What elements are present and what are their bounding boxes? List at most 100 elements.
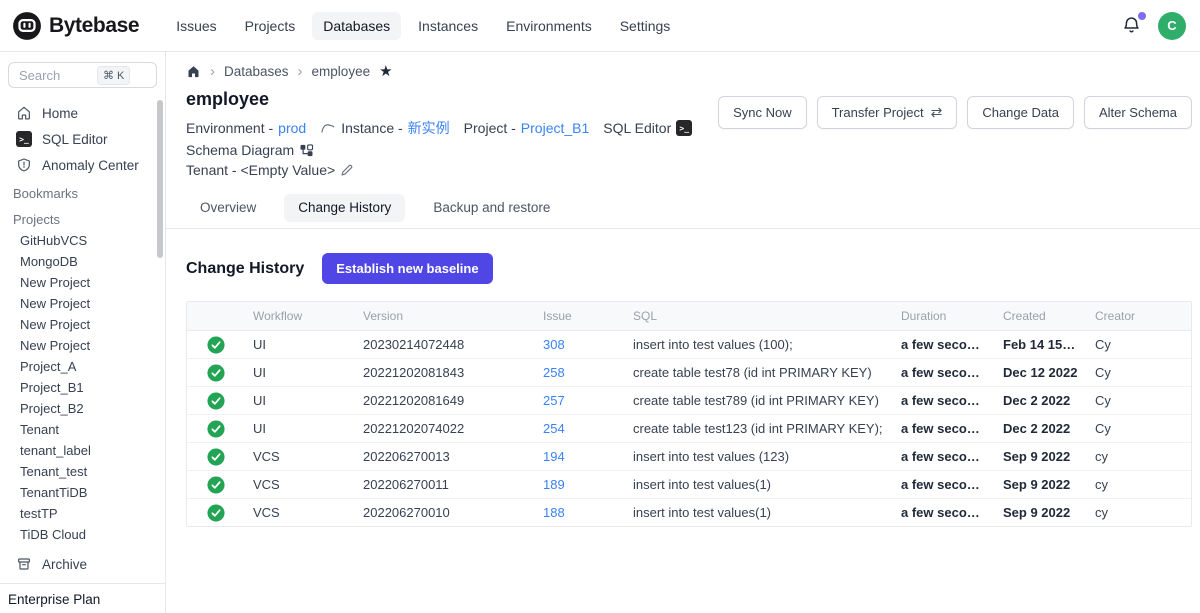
- project-list: GitHubVCSMongoDBNew ProjectNew ProjectNe…: [0, 230, 165, 545]
- sync-now-button[interactable]: Sync Now: [718, 96, 807, 129]
- favorite-star-icon[interactable]: ★: [379, 62, 392, 80]
- issue-link[interactable]: 258: [543, 365, 565, 380]
- sidebar-item-anomaly-center[interactable]: Anomaly Center: [0, 152, 165, 178]
- breadcrumb-separator: ›: [210, 63, 215, 80]
- cell-sql: insert into test values(1): [625, 499, 893, 526]
- cell-creator: Cy: [1087, 415, 1191, 442]
- table-row[interactable]: VCS202206270013194insert into test value…: [187, 443, 1191, 471]
- nav-item-projects[interactable]: Projects: [234, 12, 307, 40]
- user-avatar[interactable]: C: [1158, 12, 1186, 40]
- cell-duration: a few seconds: [893, 359, 995, 386]
- alter-schema-button[interactable]: Alter Schema: [1084, 96, 1192, 129]
- sidebar-item-archive[interactable]: Archive: [0, 551, 165, 577]
- cell-workflow: UI: [245, 415, 355, 442]
- issue-link[interactable]: 189: [543, 477, 565, 492]
- sidebar-project-tenant-9[interactable]: Tenant: [0, 419, 165, 440]
- page-title: employee: [186, 89, 718, 110]
- success-status-icon: [207, 476, 225, 494]
- establish-baseline-button[interactable]: Establish new baseline: [322, 253, 492, 284]
- breadcrumb-databases[interactable]: Databases: [224, 64, 289, 79]
- breadcrumb-home-icon[interactable]: [186, 64, 201, 79]
- sidebar-project-tenanttidb-12[interactable]: TenantTiDB: [0, 482, 165, 503]
- sidebar-item-label: Anomaly Center: [42, 158, 139, 173]
- sidebar-project-tenant-test-11[interactable]: Tenant_test: [0, 461, 165, 482]
- project-link[interactable]: Project_B1: [521, 120, 589, 136]
- sidebar-project-new-project-4[interactable]: New Project: [0, 314, 165, 335]
- column-header-workflow: Workflow: [245, 302, 355, 330]
- sidebar-project-mongodb-1[interactable]: MongoDB: [0, 251, 165, 272]
- meta-sql-editor[interactable]: SQL Editor >_: [603, 120, 692, 136]
- sidebar-project-project-b2-8[interactable]: Project_B2: [0, 398, 165, 419]
- table-header: WorkflowVersionIssueSQLDurationCreatedCr…: [187, 302, 1191, 331]
- search-field[interactable]: [19, 68, 97, 83]
- issue-link[interactable]: 254: [543, 421, 565, 436]
- success-status-icon: [207, 336, 225, 354]
- issue-link[interactable]: 308: [543, 337, 565, 352]
- archive-icon: [16, 556, 32, 572]
- breadcrumb: › Databases › employee ★: [186, 62, 1192, 80]
- button-label: Change Data: [982, 105, 1059, 120]
- cell-workflow: UI: [245, 331, 355, 358]
- sidebar-project-project-a-6[interactable]: Project_A: [0, 356, 165, 377]
- meta-schema-diagram[interactable]: Schema Diagram: [186, 142, 314, 158]
- sidebar-scrollbar[interactable]: [157, 100, 163, 258]
- sidebar-item-home[interactable]: Home: [0, 100, 165, 126]
- button-label: Sync Now: [733, 105, 792, 120]
- sidebar-project-new-project-2[interactable]: New Project: [0, 272, 165, 293]
- sidebar-item-label: SQL Editor: [42, 132, 108, 147]
- column-header-created: Created: [995, 302, 1087, 330]
- environment-link[interactable]: prod: [278, 120, 306, 136]
- tab-backup-and-restore[interactable]: Backup and restore: [419, 194, 564, 222]
- nav-item-issues[interactable]: Issues: [165, 12, 227, 40]
- sidebar-project-testtp-13[interactable]: testTP: [0, 503, 165, 524]
- issue-link[interactable]: 194: [543, 449, 565, 464]
- issue-link[interactable]: 188: [543, 505, 565, 520]
- database-meta: Environment - prod Instance - 新实例 P: [186, 118, 718, 158]
- table-row[interactable]: UI20221202074022254create table test123 …: [187, 415, 1191, 443]
- cell-sql: insert into test values (100);: [625, 331, 893, 358]
- nav-item-environments[interactable]: Environments: [495, 12, 603, 40]
- sidebar-project-tenant-label-10[interactable]: tenant_label: [0, 440, 165, 461]
- transfer-arrows-icon: ⇄: [931, 104, 943, 121]
- search-input[interactable]: ⌘ K: [8, 62, 157, 88]
- transfer-project-button[interactable]: Transfer Project ⇄: [817, 96, 958, 129]
- issue-link[interactable]: 257: [543, 393, 565, 408]
- table-row[interactable]: UI20221202081649257create table test789 …: [187, 387, 1191, 415]
- action-buttons: Sync Now Transfer Project ⇄ Change Data …: [718, 96, 1192, 129]
- cell-creator: Cy: [1087, 359, 1191, 386]
- instance-link[interactable]: 新实例: [408, 118, 450, 138]
- tab-overview[interactable]: Overview: [186, 194, 270, 222]
- sidebar-item-sql-editor[interactable]: >_ SQL Editor: [0, 126, 165, 152]
- breadcrumb-employee: employee: [312, 64, 371, 79]
- sidebar-project-githubvcs-0[interactable]: GitHubVCS: [0, 230, 165, 251]
- nav-item-instances[interactable]: Instances: [407, 12, 489, 40]
- column-header-version: Version: [355, 302, 535, 330]
- table-row[interactable]: VCS202206270010188insert into test value…: [187, 499, 1191, 526]
- meta-label: Environment -: [186, 120, 273, 136]
- tab-change-history[interactable]: Change History: [284, 194, 405, 222]
- change-data-button[interactable]: Change Data: [967, 96, 1074, 129]
- cell-version: 202206270011: [355, 471, 535, 498]
- nav-item-databases[interactable]: Databases: [312, 12, 401, 40]
- success-status-icon: [207, 504, 225, 522]
- column-header-duration: Duration: [893, 302, 995, 330]
- sidebar-project-new-project-3[interactable]: New Project: [0, 293, 165, 314]
- tenant-label: Tenant - <Empty Value>: [186, 162, 335, 178]
- sidebar-project-project-b1-7[interactable]: Project_B1: [0, 377, 165, 398]
- table-row[interactable]: UI20230214072448308insert into test valu…: [187, 331, 1191, 359]
- projects-section-label: Projects: [0, 204, 165, 230]
- cell-version: 20221202081843: [355, 359, 535, 386]
- main-nav: IssuesProjectsDatabasesInstancesEnvironm…: [165, 12, 1121, 40]
- notifications-bell-icon[interactable]: [1121, 15, 1142, 36]
- cell-version: 202206270010: [355, 499, 535, 526]
- table-row[interactable]: VCS202206270011189insert into test value…: [187, 471, 1191, 499]
- sidebar-project-tidb-cloud-14[interactable]: TiDB Cloud: [0, 524, 165, 545]
- cell-sql: insert into test values (123): [625, 443, 893, 470]
- cell-created: Dec 2 2022: [995, 387, 1087, 414]
- bytebase-logo[interactable]: Bytebase: [12, 11, 139, 41]
- nav-item-settings[interactable]: Settings: [609, 12, 682, 40]
- cell-sql: create table test789 (id int PRIMARY KEY…: [625, 387, 893, 414]
- edit-pencil-icon[interactable]: [340, 163, 354, 177]
- sidebar-project-new-project-5[interactable]: New Project: [0, 335, 165, 356]
- table-row[interactable]: UI20221202081843258create table test78 (…: [187, 359, 1191, 387]
